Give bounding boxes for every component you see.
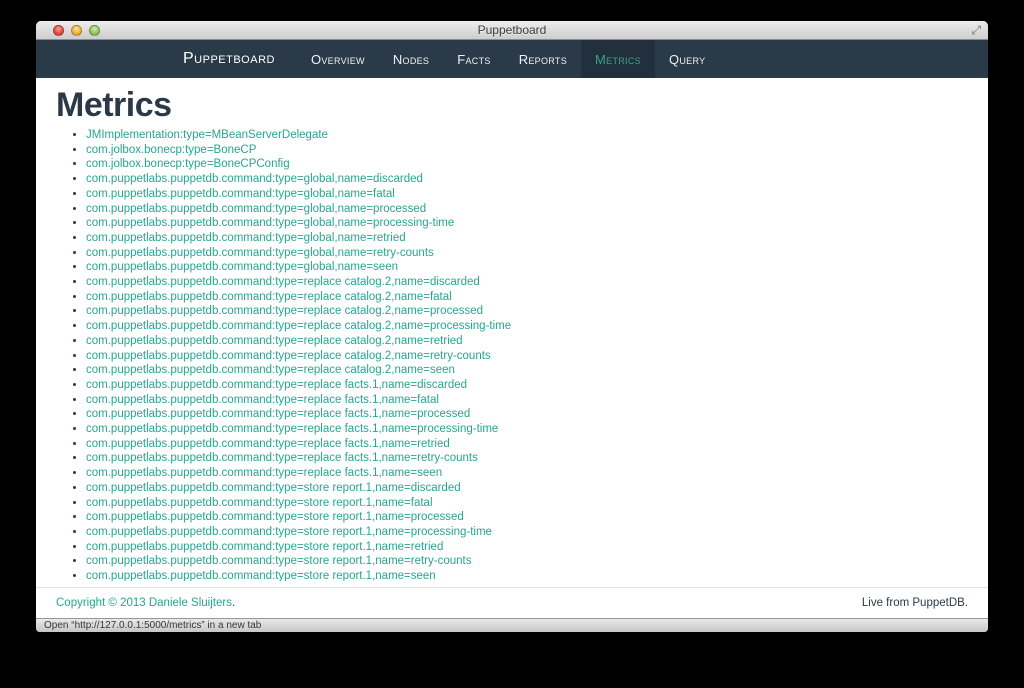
metric-link[interactable]: com.puppetlabs.puppetdb.command:type=rep… xyxy=(86,467,442,479)
navbar-brand[interactable]: Puppetboard xyxy=(183,40,275,78)
metric-list-item: com.puppetlabs.puppetdb.command:type=rep… xyxy=(86,422,968,437)
navbar-menu: Overview Nodes Facts Reports Metrics Query xyxy=(297,40,719,78)
metric-list-item: com.puppetlabs.puppetdb.command:type=rep… xyxy=(86,437,968,452)
metric-list-item: com.jolbox.bonecp:type=BoneCP xyxy=(86,143,968,158)
metric-list-item: com.puppetlabs.puppetdb.command:type=glo… xyxy=(86,231,968,246)
copyright-text: Copyright © 2013 Daniele Sluijters. xyxy=(56,597,235,609)
metric-link[interactable]: JMImplementation:type=MBeanServerDelegat… xyxy=(86,129,328,141)
metric-link[interactable]: com.jolbox.bonecp:type=BoneCPConfig xyxy=(86,158,290,170)
metric-link[interactable]: com.puppetlabs.puppetdb.command:type=rep… xyxy=(86,438,450,450)
metric-list-item: com.puppetlabs.puppetdb.command:type=sto… xyxy=(86,540,968,555)
nav-item-overview[interactable]: Overview xyxy=(297,40,379,78)
metric-link[interactable]: com.puppetlabs.puppetdb.command:type=sto… xyxy=(86,482,461,494)
metric-link[interactable]: com.puppetlabs.puppetdb.command:type=rep… xyxy=(86,423,498,435)
metric-list-item: com.puppetlabs.puppetdb.command:type=rep… xyxy=(86,363,968,378)
metric-link[interactable]: com.jolbox.bonecp:type=BoneCP xyxy=(86,144,256,156)
metric-list-item: com.puppetlabs.puppetdb.command:type=rep… xyxy=(86,304,968,319)
metric-link[interactable]: com.puppetlabs.puppetdb.command:type=rep… xyxy=(86,379,467,391)
metric-list-item: com.puppetlabs.puppetdb.command:type=glo… xyxy=(86,172,968,187)
metric-link[interactable]: com.puppetlabs.puppetdb.command:type=sto… xyxy=(86,497,433,509)
nav-item-nodes[interactable]: Nodes xyxy=(379,40,443,78)
metric-list-item: com.puppetlabs.puppetdb.command:type=rep… xyxy=(86,451,968,466)
browser-status-bar: Open “http://127.0.0.1:5000/metrics” in … xyxy=(36,618,988,632)
metric-link[interactable]: com.puppetlabs.puppetdb.command:type=rep… xyxy=(86,394,439,406)
metric-link[interactable]: com.puppetlabs.puppetdb.command:type=glo… xyxy=(86,232,406,244)
metric-list-item: com.puppetlabs.puppetdb.command:type=rep… xyxy=(86,378,968,393)
metric-link[interactable]: com.puppetlabs.puppetdb.command:type=rep… xyxy=(86,408,470,420)
page-main: Metrics JMImplementation:type=MBeanServe… xyxy=(36,78,988,618)
minimize-button[interactable] xyxy=(71,24,82,36)
app-window: Puppetboard ⤢ Puppetboard Overview Nodes F… xyxy=(36,21,988,632)
metric-link[interactable]: com.puppetlabs.puppetdb.command:type=rep… xyxy=(86,291,452,303)
metric-link[interactable]: com.puppetlabs.puppetdb.command:type=glo… xyxy=(86,173,423,185)
metric-link[interactable]: com.puppetlabs.puppetdb.command:type=sto… xyxy=(86,541,443,553)
metric-list-item: com.puppetlabs.puppetdb.command:type=rep… xyxy=(86,334,968,349)
copyright-suffix: . xyxy=(231,597,236,609)
metric-list-item: com.puppetlabs.puppetdb.command:type=glo… xyxy=(86,246,968,261)
nav-item-facts[interactable]: Facts xyxy=(443,40,504,78)
metric-list-item: com.puppetlabs.puppetdb.command:type=rep… xyxy=(86,319,968,334)
metric-list-item: com.puppetlabs.puppetdb.command:type=sto… xyxy=(86,496,968,511)
metric-link[interactable]: com.puppetlabs.puppetdb.command:type=rep… xyxy=(86,452,478,464)
metric-link[interactable]: com.puppetlabs.puppetdb.command:type=glo… xyxy=(86,261,398,273)
metric-link[interactable]: com.puppetlabs.puppetdb.command:type=rep… xyxy=(86,320,511,332)
metric-link[interactable]: com.puppetlabs.puppetdb.command:type=glo… xyxy=(86,247,434,259)
copyright-link[interactable]: Copyright © 2013 Daniele Sluijters xyxy=(56,597,232,609)
fullscreen-icon[interactable]: ⤢ xyxy=(971,21,981,40)
status-bar-text: Open “http://127.0.0.1:5000/metrics” in … xyxy=(44,620,262,631)
live-from-puppetdb-text: Live from PuppetDB. xyxy=(861,597,968,609)
metric-link[interactable]: com.puppetlabs.puppetdb.command:type=rep… xyxy=(86,335,463,347)
nav-item-metrics[interactable]: Metrics xyxy=(581,40,655,78)
metric-link[interactable]: com.puppetlabs.puppetdb.command:type=rep… xyxy=(86,364,455,376)
page-footer: Copyright © 2013 Daniele Sluijters. Live… xyxy=(36,588,988,618)
metric-list-item: com.puppetlabs.puppetdb.command:type=sto… xyxy=(86,510,968,525)
metric-list-item: com.puppetlabs.puppetdb.command:type=sto… xyxy=(86,569,968,581)
zoom-button[interactable] xyxy=(89,24,100,36)
metric-list-item: com.puppetlabs.puppetdb.command:type=sto… xyxy=(86,481,968,496)
navbar: Puppetboard Overview Nodes Facts Reports Met… xyxy=(36,40,988,78)
nav-item-reports[interactable]: Reports xyxy=(505,40,581,78)
metric-list-item: JMImplementation:type=MBeanServerDelegat… xyxy=(86,128,968,143)
close-button[interactable] xyxy=(53,24,64,36)
metric-list-item: com.puppetlabs.puppetdb.command:type=rep… xyxy=(86,275,968,290)
metric-link[interactable]: com.puppetlabs.puppetdb.command:type=sto… xyxy=(86,570,436,581)
metric-link[interactable]: com.puppetlabs.puppetdb.command:type=rep… xyxy=(86,276,480,288)
metric-list-item: com.puppetlabs.puppetdb.command:type=rep… xyxy=(86,466,968,481)
window-controls xyxy=(36,24,100,36)
metric-list-item: com.puppetlabs.puppetdb.command:type=glo… xyxy=(86,216,968,231)
metric-list-item: com.puppetlabs.puppetdb.command:type=rep… xyxy=(86,290,968,305)
metric-link[interactable]: com.puppetlabs.puppetdb.command:type=sto… xyxy=(86,526,492,538)
metric-link[interactable]: com.puppetlabs.puppetdb.command:type=rep… xyxy=(86,350,491,362)
metric-list-item: com.puppetlabs.puppetdb.command:type=sto… xyxy=(86,525,968,540)
page-title: Metrics xyxy=(56,86,172,124)
metric-list-item: com.puppetlabs.puppetdb.command:type=glo… xyxy=(86,260,968,275)
metric-link[interactable]: com.puppetlabs.puppetdb.command:type=rep… xyxy=(86,305,483,317)
metric-link[interactable]: com.puppetlabs.puppetdb.command:type=glo… xyxy=(86,203,426,215)
nav-item-query[interactable]: Query xyxy=(655,40,719,78)
metric-list-item: com.puppetlabs.puppetdb.command:type=glo… xyxy=(86,187,968,202)
metrics-list: JMImplementation:type=MBeanServerDelegat… xyxy=(56,128,968,581)
metric-link[interactable]: com.puppetlabs.puppetdb.command:type=sto… xyxy=(86,555,471,567)
metric-list-item: com.puppetlabs.puppetdb.command:type=rep… xyxy=(86,393,968,408)
metric-list-item: com.puppetlabs.puppetdb.command:type=rep… xyxy=(86,349,968,364)
window-title: Puppetboard xyxy=(477,23,547,37)
metric-link[interactable]: com.puppetlabs.puppetdb.command:type=glo… xyxy=(86,188,395,200)
page-content: Metrics JMImplementation:type=MBeanServe… xyxy=(36,78,988,581)
window-titlebar: Puppetboard ⤢ xyxy=(36,21,988,40)
metric-link[interactable]: com.puppetlabs.puppetdb.command:type=glo… xyxy=(86,217,454,229)
metric-list-item: com.puppetlabs.puppetdb.command:type=sto… xyxy=(86,554,968,569)
metric-list-item: com.puppetlabs.puppetdb.command:type=rep… xyxy=(86,407,968,422)
metric-link[interactable]: com.puppetlabs.puppetdb.command:type=sto… xyxy=(86,511,464,523)
metric-list-item: com.jolbox.bonecp:type=BoneCPConfig xyxy=(86,157,968,172)
metric-list-item: com.puppetlabs.puppetdb.command:type=glo… xyxy=(86,202,968,217)
